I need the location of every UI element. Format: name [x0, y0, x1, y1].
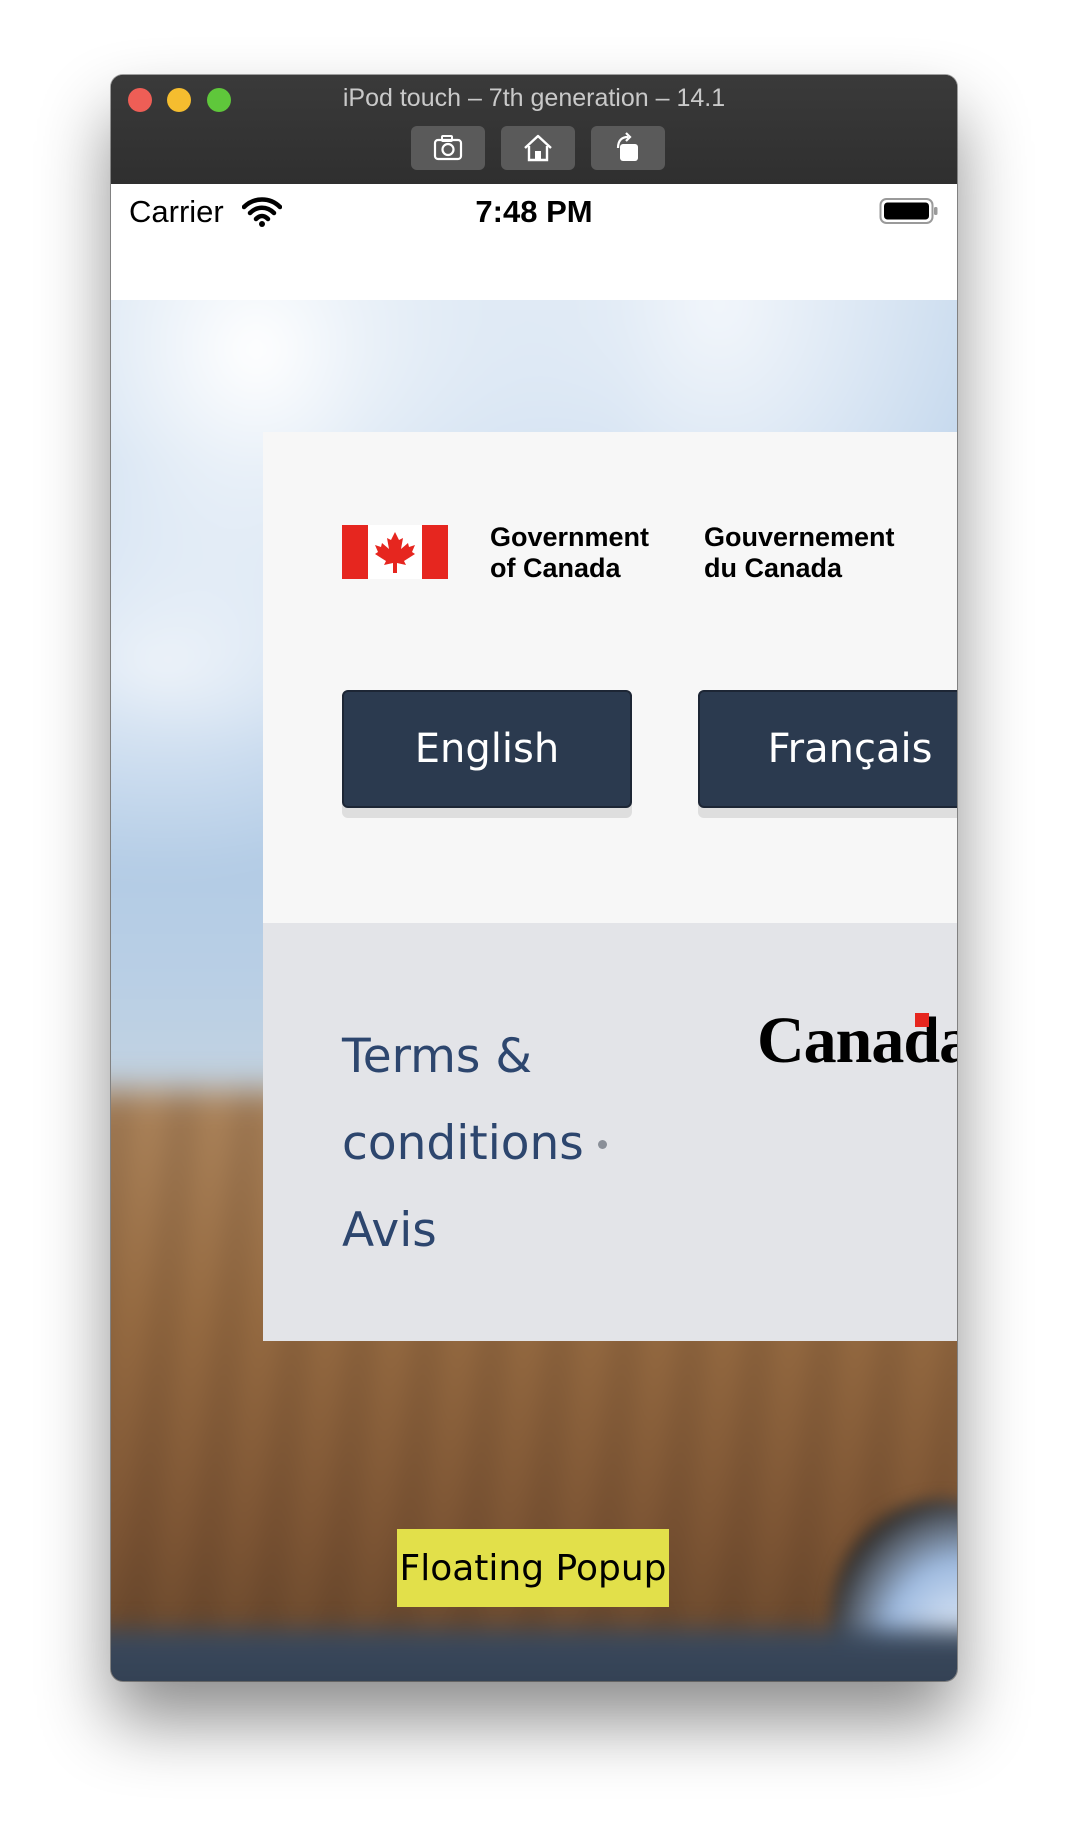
screenshot-icon [433, 135, 463, 161]
floating-popup[interactable]: Floating Popup [397, 1529, 669, 1607]
splash-card: Government of Canada Gouvernement du Can… [263, 432, 957, 923]
screenshot-stage: iPod touch – 7th generation – 14.1 Carri… [0, 0, 1068, 1828]
francais-button[interactable]: Français [698, 690, 957, 808]
terms-line2[interactable]: conditions [342, 1116, 584, 1171]
terms-line3[interactable]: Avis [342, 1187, 607, 1274]
terms-link[interactable]: Terms & conditions Avis [342, 1013, 607, 1274]
battery-icon [879, 198, 938, 224]
terms-line2-row[interactable]: conditions [342, 1100, 607, 1187]
device-screen: Carrier 7:48 PM Government of Canada Gou… [111, 184, 957, 1681]
signature-en-line2: of Canada [490, 553, 621, 583]
simulator-window: iPod touch – 7th generation – 14.1 Carri… [111, 75, 957, 1681]
simulator-titlebar: iPod touch – 7th generation – 14.1 [111, 75, 957, 185]
canada-flag-icon [342, 525, 448, 579]
terms-line1[interactable]: Terms & [342, 1013, 607, 1100]
gouvernement-du-canada-label: Gouvernement du Canada [704, 522, 895, 584]
separator-dot [597, 1140, 607, 1149]
government-of-canada-label: Government of Canada [490, 522, 649, 584]
signature-fr-line1: Gouvernement [704, 522, 895, 552]
wordmark-flag-icon [915, 1013, 929, 1027]
status-bar: Carrier 7:48 PM [111, 184, 957, 244]
screenshot-button[interactable] [411, 126, 485, 170]
rotate-button[interactable] [591, 126, 665, 170]
background-water [111, 1630, 957, 1681]
signature-en-line1: Government [490, 522, 650, 552]
signature-fr-line2: du Canada [704, 553, 843, 583]
rotate-icon [616, 132, 638, 161]
english-button[interactable]: English [342, 690, 632, 808]
window-title: iPod touch – 7th generation – 14.1 [342, 84, 726, 112]
splash-footer: Terms & conditions Avis Canada [263, 923, 957, 1341]
status-time: 7:48 PM [475, 194, 593, 229]
home-button[interactable] [501, 126, 575, 170]
home-icon [524, 134, 552, 162]
